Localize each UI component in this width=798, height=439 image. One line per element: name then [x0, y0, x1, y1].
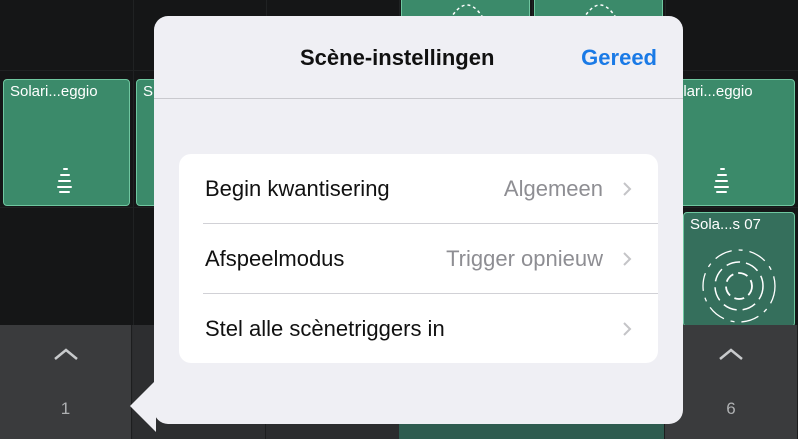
popover-arrow: [130, 380, 156, 432]
popover-title: Scène-instellingen: [300, 45, 495, 70]
chevron-right-icon: [623, 182, 632, 196]
row-play-mode[interactable]: Afspeelmodus Trigger opnieuw: [179, 224, 658, 294]
scene-number: 1: [60, 399, 71, 418]
live-loops-grid: Solari...eggio S olari...eggio Sola...s …: [0, 0, 798, 439]
chevron-up-icon: [53, 348, 78, 360]
row-value: Algemeen: [503, 176, 603, 201]
row-value: Trigger opnieuw: [446, 246, 603, 271]
clip-cell[interactable]: Solari...eggio: [3, 79, 130, 206]
scene-trigger-button[interactable]: 1: [0, 325, 132, 439]
chevron-right-icon: [623, 322, 632, 336]
arpeggio-waveform-icon: [57, 168, 72, 193]
row-label: Begin kwantisering: [205, 176, 390, 201]
chevron-right-icon: [623, 252, 632, 266]
scene-number: 6: [726, 399, 736, 418]
clip-name: Solari...eggio: [10, 83, 98, 100]
clip-cell[interactable]: Sola...s 07: [683, 212, 795, 327]
row-label: Afspeelmodus: [205, 246, 345, 271]
scene-settings-popover: Scène-instellingen Gereed Begin kwantise…: [154, 16, 683, 424]
clip-name: olari...eggio: [675, 83, 753, 100]
scene-trigger-button[interactable]: 6: [665, 325, 798, 439]
row-begin-quantization[interactable]: Begin kwantisering Algemeen: [179, 154, 658, 224]
popover-header: Scène-instellingen Gereed: [154, 16, 683, 99]
settings-list: Begin kwantisering Algemeen Afspeelmodus…: [179, 154, 658, 363]
done-button[interactable]: Gereed: [581, 45, 657, 71]
chevron-up-icon: [719, 348, 743, 360]
row-set-all-scene-triggers[interactable]: Stel alle scènetriggers in: [179, 294, 658, 364]
clip-name: Sola...s 07: [690, 216, 761, 233]
clip-cell[interactable]: olari...eggio: [668, 79, 795, 206]
row-label: Stel alle scènetriggers in: [205, 316, 445, 341]
swirl-waveform-icon: [702, 249, 776, 323]
arpeggio-waveform-icon: [714, 168, 729, 193]
